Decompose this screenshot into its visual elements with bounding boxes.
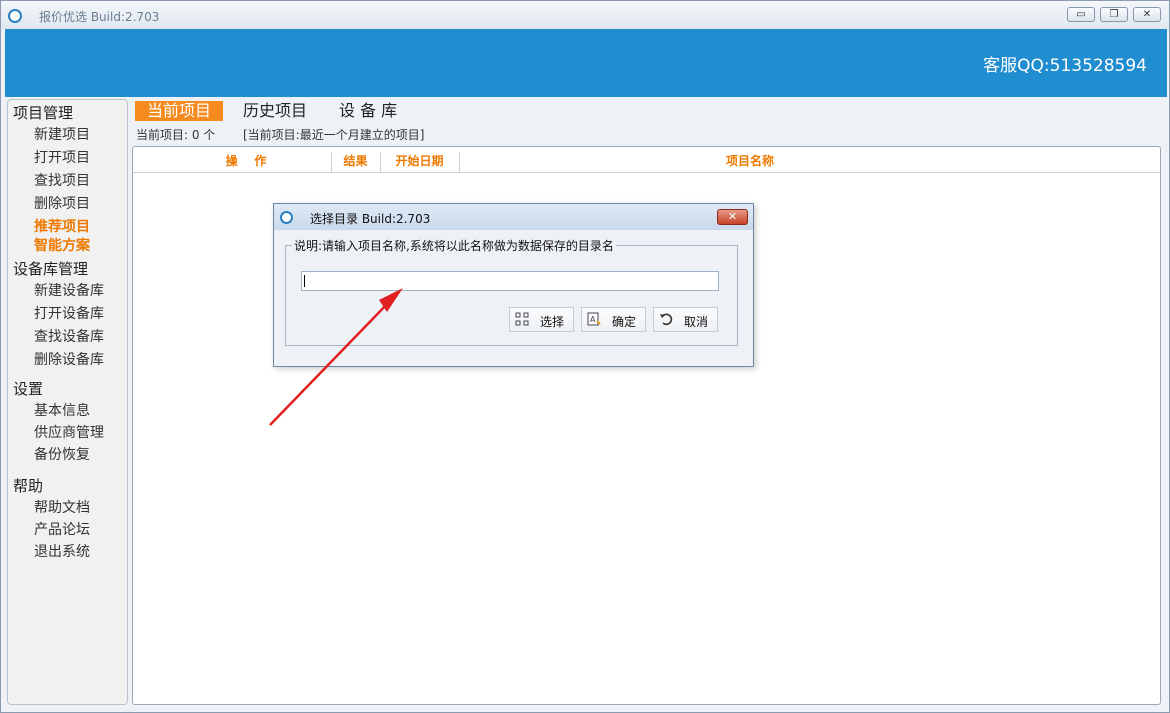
edit-document-icon: A (587, 312, 601, 326)
annotation-arrow (269, 288, 403, 426)
svg-text:A: A (590, 315, 596, 324)
app-logo-icon (8, 9, 22, 23)
minimize-button[interactable]: ▭ (1067, 7, 1095, 22)
project-count: 当前项目: 0 个 (136, 128, 216, 142)
cancel-button-label: 取消 (684, 315, 709, 329)
window-title: 报价优选 Build:2.703 (39, 10, 160, 24)
sidebar-item-basic-info[interactable]: 基本信息 (34, 400, 90, 420)
dialog-title-bar: 选择目录 Build:2.703 ✕ (274, 204, 753, 230)
cancel-button[interactable]: 取消 (653, 307, 718, 332)
undo-icon (659, 312, 673, 326)
project-note: [当前项目:最近一个月建立的项目] (243, 128, 425, 142)
sidebar-item-exit[interactable]: 退出系统 (34, 541, 90, 561)
sidebar-item-open-library[interactable]: 打开设备库 (34, 303, 104, 323)
ok-button[interactable]: A 确定 (581, 307, 646, 332)
sidebar-item-recommended[interactable]: 推荐项目 (34, 216, 90, 236)
sidebar-item-forum[interactable]: 产品论坛 (34, 519, 90, 539)
service-qq-label: 客服QQ:513528594 (983, 56, 1147, 76)
sidebar-item-backup[interactable]: 备份恢复 (34, 444, 90, 464)
sidebar-item-new-project[interactable]: 新建项目 (34, 124, 90, 144)
select-button[interactable]: 选择 (509, 307, 574, 332)
select-icon (515, 312, 529, 326)
column-header-project-name: 项目名称 (725, 154, 774, 168)
header-banner: 客服QQ:513528594 (5, 29, 1167, 97)
sidebar-item-open-project[interactable]: 打开项目 (34, 147, 90, 167)
tab-current-projects[interactable]: 当前项目 (135, 101, 224, 121)
restore-button[interactable]: ❐ (1100, 7, 1128, 22)
app-window: 报价优选 Build:2.703 ▭ ❐ ✕ 客服QQ:513528594 项目… (0, 0, 1170, 713)
close-button[interactable]: ✕ (1133, 7, 1161, 22)
sidebar: 项目管理 新建项目 打开项目 查找项目 删除项目 推荐项目 智能方案 设备库管理… (7, 99, 128, 705)
sidebar-item-delete-project[interactable]: 删除项目 (34, 193, 90, 213)
tab-history-projects[interactable]: 历史项目 (243, 101, 307, 121)
title-bar: 报价优选 Build:2.703 ▭ ❐ ✕ (1, 1, 1169, 29)
ok-button-label: 确定 (612, 315, 637, 329)
sidebar-item-help-docs[interactable]: 帮助文档 (34, 497, 90, 517)
dialog-title: 选择目录 Build:2.703 (310, 212, 431, 226)
column-header-result: 结果 (343, 154, 368, 168)
sidebar-group-project: 项目管理 (13, 104, 74, 122)
sidebar-item-suppliers[interactable]: 供应商管理 (34, 422, 104, 442)
sidebar-item-smart-plan[interactable]: 智能方案 (34, 235, 90, 255)
sidebar-group-library: 设备库管理 (13, 260, 89, 278)
dialog-instruction: 说明:请输入项目名称,系统将以此名称做为数据保存的目录名 (292, 237, 616, 254)
dialog-app-icon (280, 211, 293, 224)
sidebar-group-help: 帮助 (13, 477, 44, 495)
column-header-start-date: 开始日期 (395, 154, 444, 168)
tab-device-library[interactable]: 设 备 库 (339, 101, 397, 121)
header-divider (133, 172, 1160, 173)
sidebar-item-find-library[interactable]: 查找设备库 (34, 326, 104, 346)
sidebar-group-settings: 设置 (13, 380, 44, 398)
sidebar-item-find-project[interactable]: 查找项目 (34, 170, 90, 190)
sidebar-item-delete-library[interactable]: 删除设备库 (34, 349, 104, 369)
sidebar-item-new-library[interactable]: 新建设备库 (34, 280, 104, 300)
select-button-label: 选择 (540, 315, 565, 329)
column-header-actions: 操 作 (225, 154, 267, 168)
dialog-close-button[interactable]: ✕ (717, 209, 748, 225)
